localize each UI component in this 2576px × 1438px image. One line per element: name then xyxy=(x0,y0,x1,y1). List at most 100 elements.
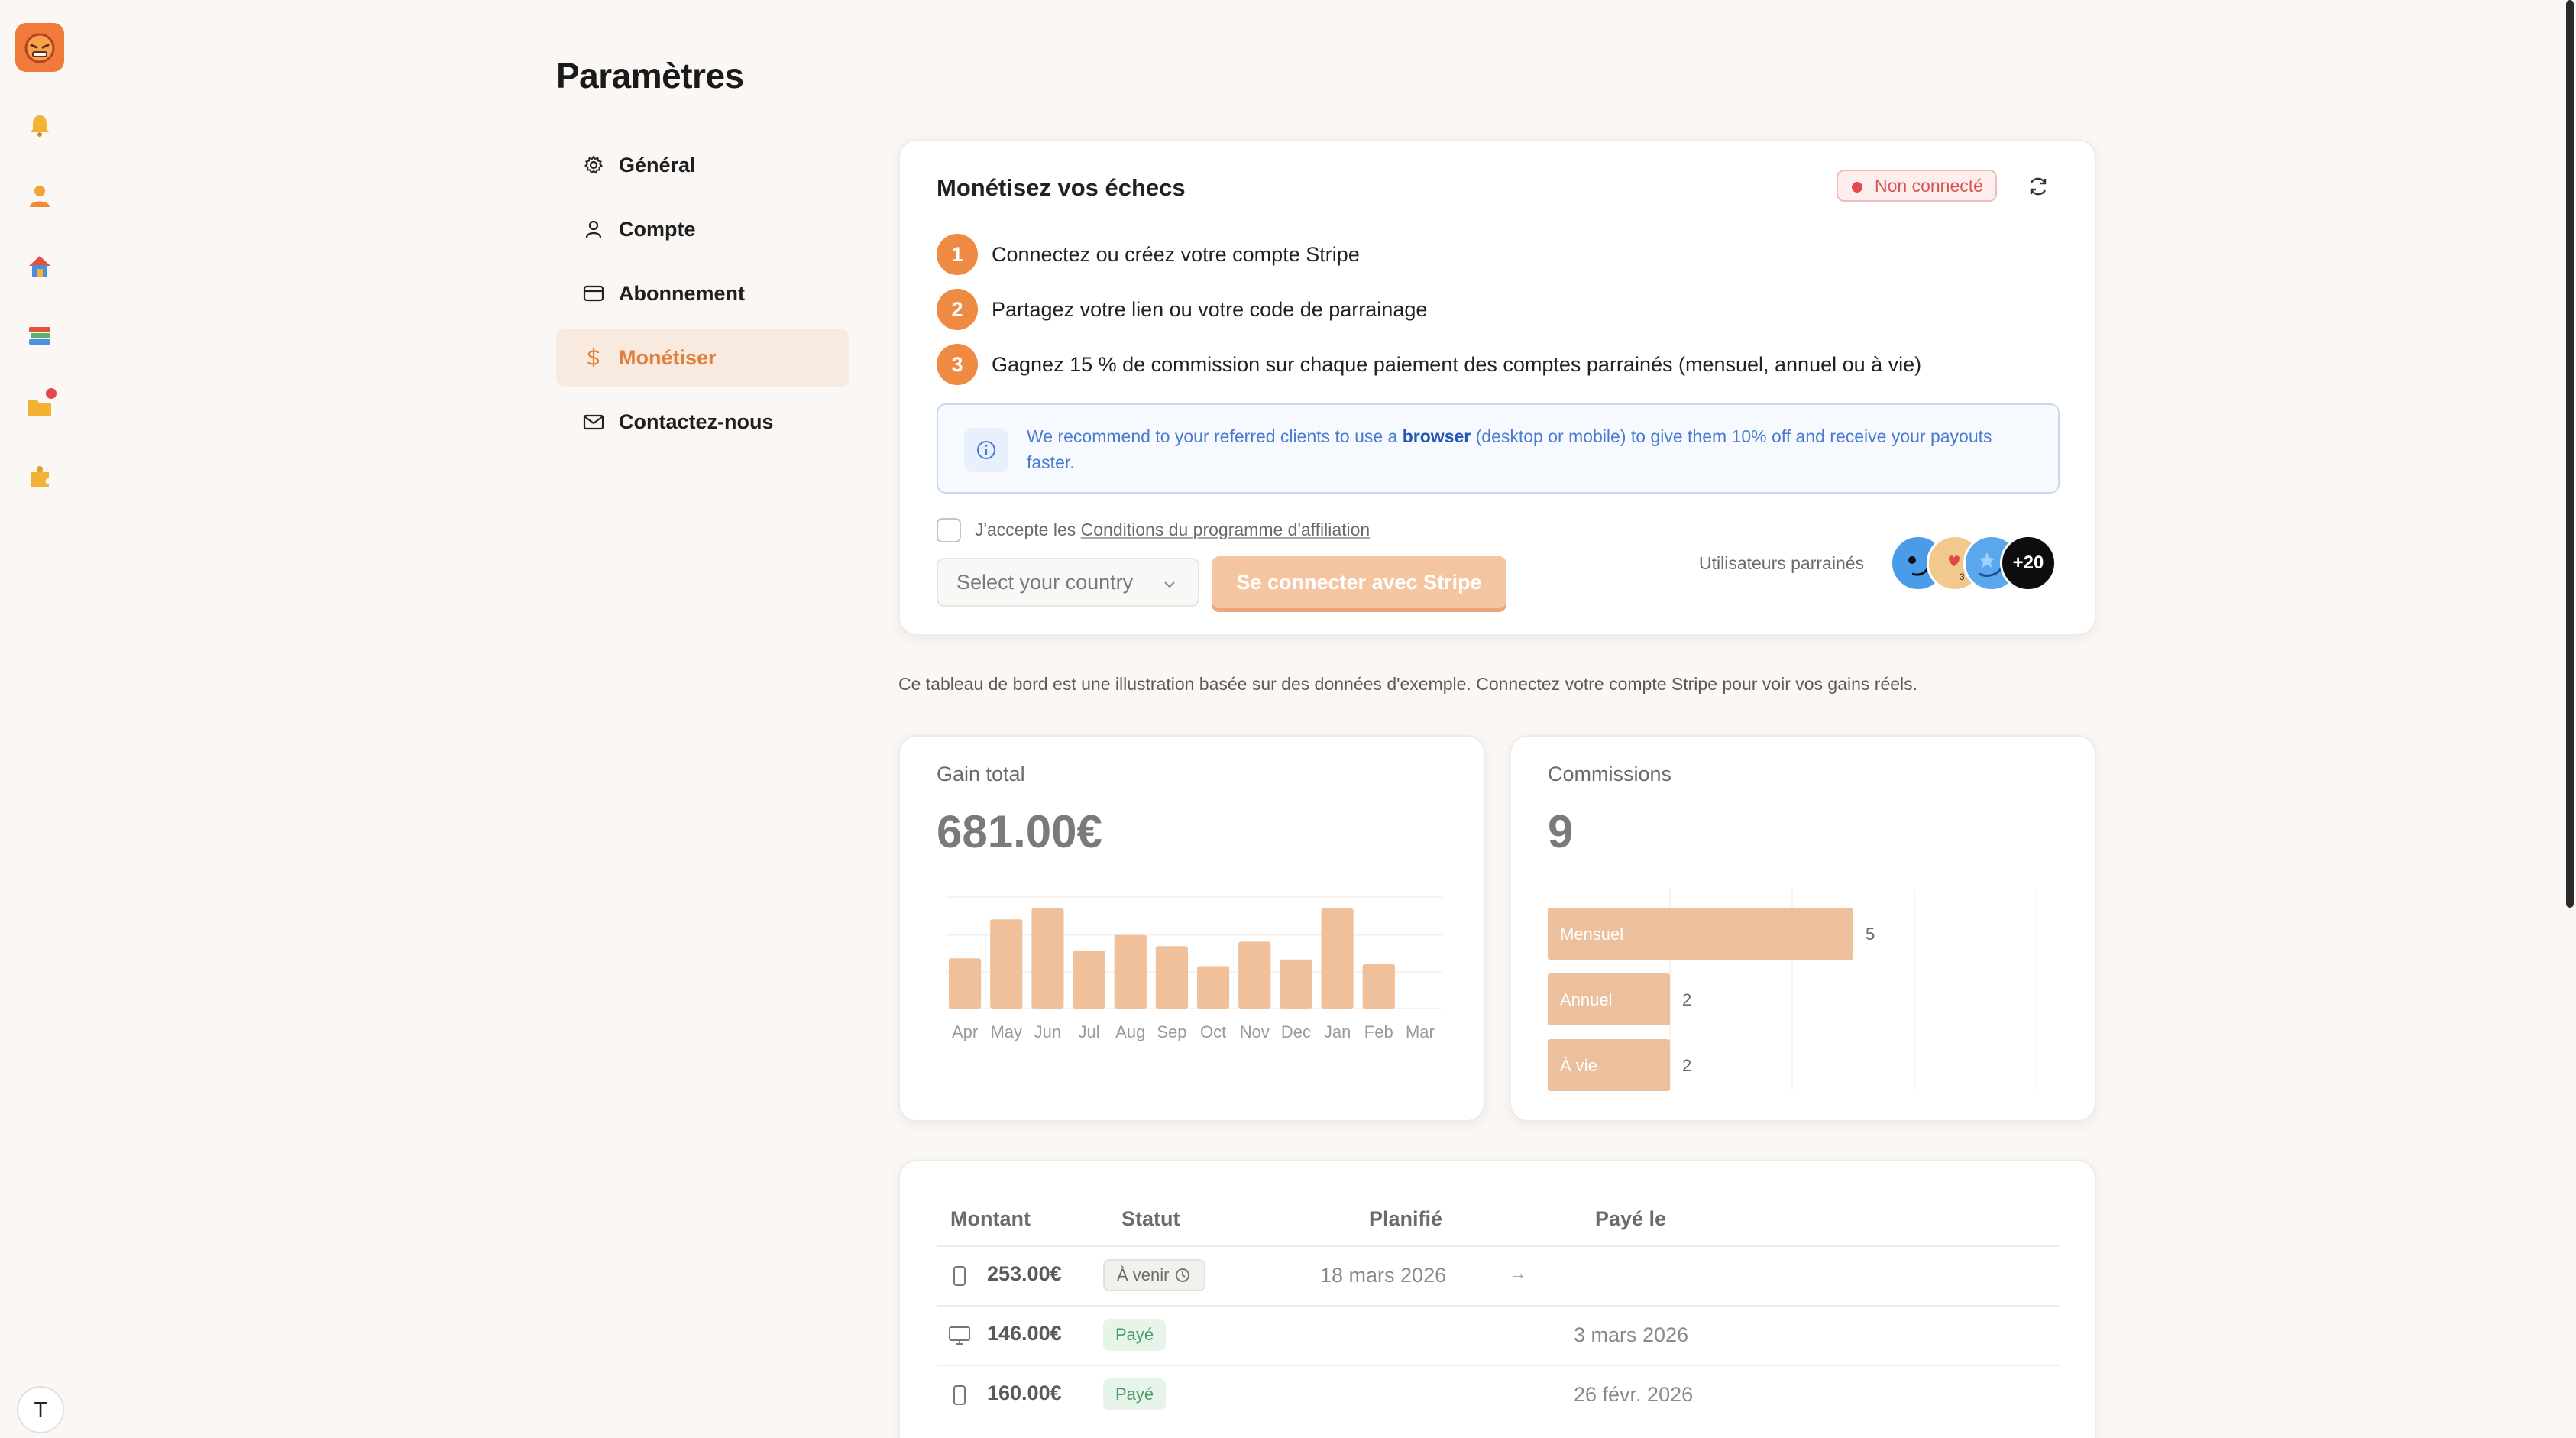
x-tick-label: Nov xyxy=(1240,1022,1270,1041)
menu-item-label: Contactez-nous xyxy=(619,410,774,433)
x-tick-label: Jun xyxy=(1034,1022,1061,1041)
arrow-right-icon: → xyxy=(1510,1264,1526,1283)
bar[interactable] xyxy=(1155,946,1188,1009)
menu-item-account[interactable]: Compte xyxy=(556,200,849,258)
avatar-more-count[interactable]: +20 xyxy=(2000,535,2057,591)
menu-item-monetize[interactable]: Monétiser xyxy=(556,329,849,387)
status-badge: Payé xyxy=(1103,1319,1167,1351)
user-avatar[interactable]: T xyxy=(17,1386,64,1433)
terms-link[interactable]: Conditions du programme d'affiliation xyxy=(1081,520,1371,539)
x-tick-label: Mar xyxy=(1406,1022,1435,1041)
page-scrollbar[interactable] xyxy=(2564,0,2576,1438)
bar-category-label: Annuel xyxy=(1560,990,1613,1009)
commissions-bar-chart: Mensuel 5 Annuel 2 À vie 2 xyxy=(1548,889,2037,1091)
bar[interactable] xyxy=(990,919,1023,1009)
row-planned-date: 18 mars 2026 xyxy=(1320,1264,1447,1287)
row-paid-date: 3 mars 2026 xyxy=(1574,1323,1689,1346)
bar[interactable] xyxy=(1031,908,1064,1009)
puzzle-icon[interactable] xyxy=(24,462,55,492)
row-paid-date: 26 févr. 2026 xyxy=(1574,1383,1694,1406)
bar-value-label: 2 xyxy=(1682,1056,1691,1075)
x-tick-label: Dec xyxy=(1281,1022,1311,1041)
referred-users-label: Utilisateurs parrainés xyxy=(1699,553,1865,573)
country-select-placeholder: Select your country xyxy=(956,570,1134,594)
menu-item-subscription[interactable]: Abonnement xyxy=(556,264,849,322)
x-tick-label: Feb xyxy=(1364,1022,1393,1041)
menu-item-label: Monétiser xyxy=(619,345,717,369)
x-tick-label: Jan xyxy=(1324,1022,1351,1041)
status-badge: À venir xyxy=(1103,1259,1206,1291)
status-badge: Non connecté xyxy=(1837,170,1997,202)
terms-label: J'accepte les Conditions du programme d'… xyxy=(975,520,1371,539)
mobile-icon xyxy=(947,1383,972,1407)
country-select[interactable]: Select your country xyxy=(937,558,1199,607)
refresh-icon[interactable] xyxy=(2024,173,2052,200)
row-amount: 253.00€ xyxy=(987,1262,1062,1285)
table-row[interactable]: 253.00€ À venir 18 mars 2026 → xyxy=(937,1245,2060,1305)
column-header-planned: Planifié xyxy=(1369,1207,1443,1230)
step-text: Connectez ou créez votre compte Stripe xyxy=(992,242,1360,266)
column-header-amount: Montant xyxy=(950,1207,1031,1230)
menu-item-general[interactable]: Général xyxy=(556,136,849,194)
referred-avatars: 3 +20 xyxy=(1890,535,2066,593)
monetize-title: Monétisez vos échecs xyxy=(937,174,1186,201)
step-2: 2 Partagez votre lien ou votre code de p… xyxy=(937,289,1427,330)
x-tick-label: Apr xyxy=(952,1022,978,1041)
bell-icon[interactable] xyxy=(24,110,55,141)
x-tick-label: May xyxy=(990,1022,1022,1041)
terms-checkbox[interactable] xyxy=(937,518,961,542)
bar-value-label: 5 xyxy=(1866,925,1875,944)
bar[interactable] xyxy=(1114,934,1147,1009)
gear-icon xyxy=(582,154,605,177)
bar[interactable] xyxy=(949,958,982,1009)
bar[interactable] xyxy=(1321,908,1354,1009)
bar[interactable] xyxy=(1362,964,1395,1009)
bar[interactable] xyxy=(1238,941,1271,1009)
user-icon xyxy=(582,218,605,241)
page-title: Paramètres xyxy=(556,56,744,96)
bar-value-label: 2 xyxy=(1682,990,1691,1009)
step-number: 2 xyxy=(937,289,978,330)
menu-item-label: Compte xyxy=(619,217,696,241)
table-row[interactable]: 146.00€ Payé 3 mars 2026 xyxy=(937,1305,2060,1365)
x-tick-label: Sep xyxy=(1157,1022,1186,1041)
app-logo-icon[interactable] xyxy=(15,23,64,72)
bar[interactable] xyxy=(1197,966,1230,1009)
menu-item-label: Abonnement xyxy=(619,281,745,305)
status-badge: Payé xyxy=(1103,1378,1167,1410)
mail-icon xyxy=(582,410,605,433)
menu-item-contact[interactable]: Contactez-nous xyxy=(556,393,849,451)
bar-category-label: À vie xyxy=(1560,1056,1597,1075)
desktop-icon xyxy=(947,1323,972,1348)
folder-icon[interactable] xyxy=(24,388,57,422)
sample-data-disclaimer: Ce tableau de bord est une illustration … xyxy=(898,674,1918,694)
left-rail: T xyxy=(0,0,79,1438)
x-tick-label: Aug xyxy=(1115,1022,1145,1041)
step-3: 3 Gagnez 15 % de commission sur chaque p… xyxy=(937,344,1921,385)
user-icon[interactable] xyxy=(24,180,55,211)
info-icon xyxy=(964,428,1008,472)
bar[interactable] xyxy=(1073,951,1105,1009)
info-text: We recommend to your referred clients to… xyxy=(1027,426,1992,472)
bar[interactable] xyxy=(1280,959,1312,1009)
menu-item-label: Général xyxy=(619,153,696,177)
step-text: Partagez votre lien ou votre code de par… xyxy=(992,297,1428,321)
column-header-paid-on: Payé le xyxy=(1595,1207,1667,1230)
step-1: 1 Connectez ou créez votre compte Stripe xyxy=(937,234,1360,275)
info-bold-browser: browser xyxy=(1402,426,1471,446)
scrollbar-thumb[interactable] xyxy=(2566,0,2574,908)
step-number: 1 xyxy=(937,234,978,275)
row-amount: 160.00€ xyxy=(987,1381,1062,1404)
notification-dot xyxy=(46,388,57,399)
svg-text:3: 3 xyxy=(1960,572,1965,582)
commissions-card: Commissions 9 Mensuel 5 Annuel 2 À vie 2 xyxy=(1510,735,2096,1122)
connect-stripe-button[interactable]: Se connecter avec Stripe xyxy=(1212,556,1506,608)
monetize-card: Monétisez vos échecs Non connecté 1 Conn… xyxy=(898,139,2096,636)
info-box: We recommend to your referred clients to… xyxy=(937,403,2060,494)
home-icon[interactable] xyxy=(24,251,55,281)
table-row[interactable]: 160.00€ Payé 26 févr. 2026 xyxy=(937,1365,2060,1424)
books-icon[interactable] xyxy=(24,321,55,351)
row-amount: 146.00€ xyxy=(987,1322,1062,1345)
bar-category-label: Mensuel xyxy=(1560,925,1623,944)
payouts-table: Montant Statut Planifié Payé le 253.00€ … xyxy=(898,1160,2096,1438)
